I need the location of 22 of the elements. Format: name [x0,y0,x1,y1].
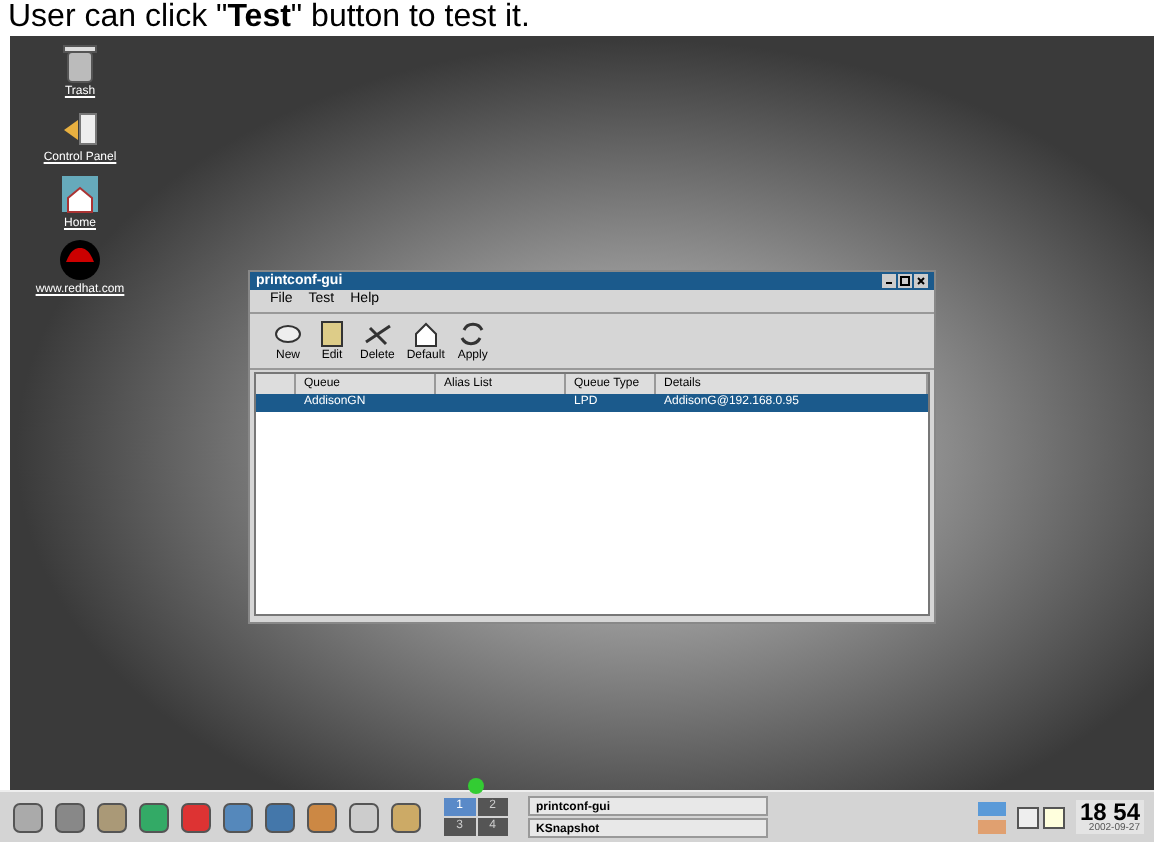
tray-windows-icon[interactable] [1015,805,1068,829]
default-icon [409,318,442,350]
caption: User can click "Test" button to test it. [6,0,532,36]
close-icon[interactable] [914,274,928,288]
launcher-icon[interactable] [52,799,88,835]
dot-icon [466,776,486,796]
launcher-icon[interactable] [388,799,424,835]
launcher-icon[interactable] [346,799,382,835]
launcher-icon[interactable] [94,799,130,835]
trash-icon[interactable] [58,40,102,84]
home-icon[interactable] [58,172,102,216]
launcher-icon[interactable] [136,799,172,835]
maximize-icon[interactable] [898,274,912,288]
apply-icon [456,318,489,350]
minimize-icon[interactable] [882,274,896,288]
launcher-icon[interactable] [178,799,214,835]
launcher-icon[interactable] [220,799,256,835]
edit-icon [316,318,348,350]
clock-time: 18 54 [1079,800,1140,824]
launcher-icon[interactable] [10,799,46,835]
launcher-icon[interactable] [304,799,340,835]
launcher-icon[interactable] [262,799,298,835]
